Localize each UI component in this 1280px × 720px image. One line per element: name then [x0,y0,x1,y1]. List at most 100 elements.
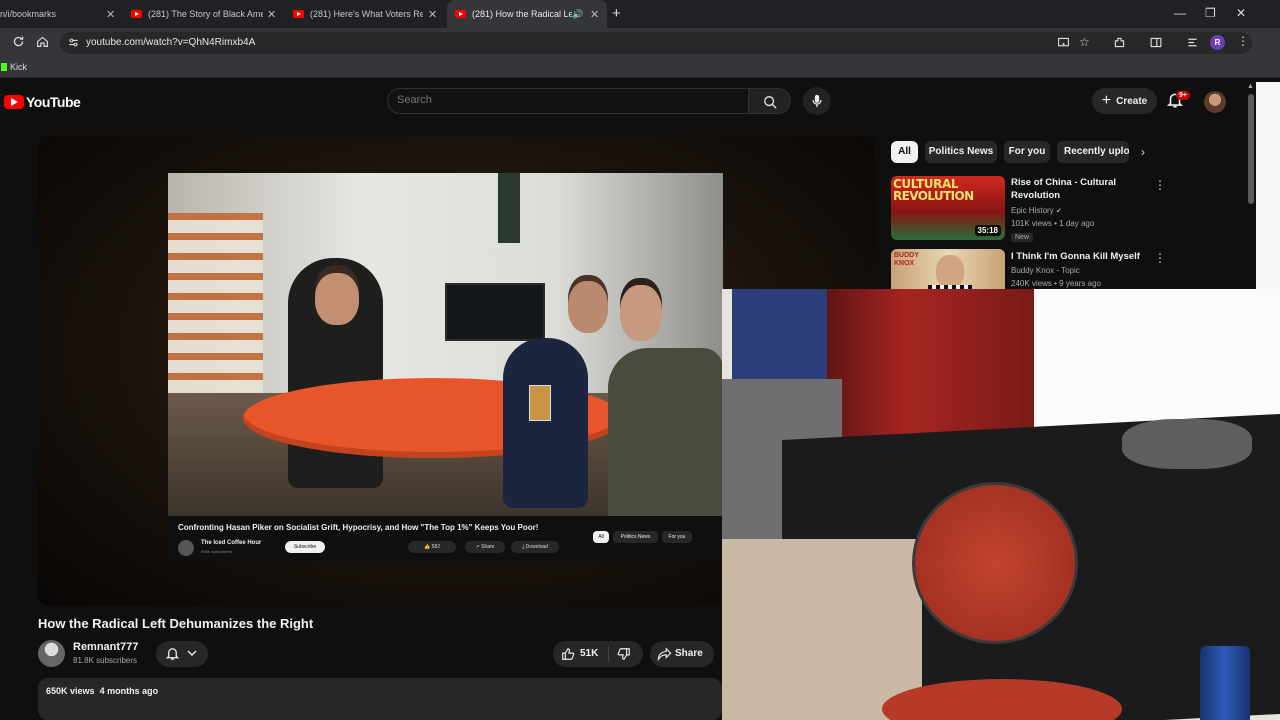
inner-subscribers: 996K subscribers [201,549,232,554]
youtube-play-icon [4,95,24,109]
chip-for-you[interactable]: For you [1004,141,1050,163]
screen-edge-strip [1256,82,1280,289]
tab-label: n/i/bookmarks [0,9,57,19]
home-icon[interactable] [36,35,49,48]
video-title: How the Radical Left Dehumanizes the Rig… [38,616,314,631]
tv-screen [445,283,545,341]
recommendation-meta: 240K views • 9 years ago [1011,279,1101,288]
inner-share-pill: ↗ Share [465,541,505,553]
inner-subscribe-button: Subscribe [285,541,325,553]
inner-like-count: 582 [431,544,440,550]
menu-icon[interactable]: ⋮ [1237,34,1249,48]
embedded-youtube-info-panel: Confronting Hasan Piker on Socialist Gri… [168,516,723,561]
channel-avatar[interactable] [38,640,65,667]
address-row: youtube.com/watch?v=QhN4Rimxb4A ☆ R ⋮ [0,28,1280,58]
recommendation-item[interactable]: BUDDY KNOX I Think I'm Gonna Kill Myself … [891,249,1161,289]
chip-all[interactable]: All [891,141,918,163]
notification-badge: 9+ [1176,91,1190,100]
channel-name[interactable]: Remnant777 [73,641,138,653]
views-and-age: 650K views 4 months ago [46,686,158,696]
subscription-notifications-button[interactable] [156,641,208,667]
star-icon[interactable]: ☆ [1079,35,1090,49]
tab-radical-left-active[interactable]: (281) How the Radical Left 🔊 ✕ [447,0,607,28]
create-button[interactable]: + Create [1092,88,1157,114]
like-count[interactable]: 51K [580,648,598,659]
chevron-right-icon[interactable]: › [1141,145,1145,159]
recommendation-thumbnail[interactable]: BUDDY KNOX [891,249,1005,289]
sidebar-icon[interactable] [1149,36,1163,49]
tab-label: (281) The Story of Black Americ [148,9,263,19]
voice-search-button[interactable] [803,87,831,115]
bookmark-bar: Kick [0,58,1280,78]
more-actions-icon[interactable]: ⋮ [1154,178,1166,192]
tab-bookmarks[interactable]: n/i/bookmarks ✕ [0,0,118,28]
beer-can [1200,646,1250,720]
inner-download-pill: ⤓ Download [511,541,559,553]
video-frame-podcast-scene [168,173,723,516]
dislike-icon[interactable] [617,647,631,661]
like-icon[interactable] [561,647,575,661]
window-close-icon[interactable]: ✕ [1236,6,1246,20]
speaker-icon[interactable]: 🔊 [572,9,583,20]
tab-what-voters-really[interactable]: (281) Here's What Voters Really ✕ [287,0,442,28]
cast-icon[interactable] [1057,36,1070,49]
minimize-icon[interactable]: — [1174,6,1186,20]
inner-channel-name: The Iced Coffee Hour [201,540,262,546]
youtube-logo[interactable]: YouTube [4,94,81,110]
recommendation-thumbnail[interactable]: CULTURAL REVOLUTION 35:18 [891,176,1005,240]
inner-channel-avatar [178,540,194,556]
inner-chip-all: All [593,531,609,543]
close-icon[interactable]: ✕ [106,8,115,21]
inner-video-title: Confronting Hasan Piker on Socialist Gri… [178,523,539,532]
youtube-favicon-icon [131,10,142,18]
search-icon [763,95,777,109]
chip-politics-news[interactable]: Politics News [925,141,997,163]
recommendation-channel[interactable]: Buddy Knox - Topic [1011,266,1080,275]
new-badge: New [1011,233,1034,242]
share-button[interactable]: Share [650,641,714,667]
upload-age: 4 months ago [99,686,159,696]
profile-avatar[interactable]: R [1210,35,1225,50]
maximize-icon[interactable]: ❐ [1205,6,1216,20]
recommendation-title[interactable]: Rise of China - Cultural Revolution [1011,176,1141,202]
tab-label: (281) How the Radical Left [472,9,572,19]
like-dislike-group: 51K [553,641,643,667]
thumbnail-text: REVOLUTION [893,189,974,203]
chip-recently-uploaded[interactable]: Recently uploaded [1057,141,1129,163]
search-button[interactable] [749,88,791,114]
close-icon[interactable]: ✕ [267,8,276,21]
description-box[interactable]: 650K views 4 months ago [38,678,722,720]
share-icon [657,647,672,661]
reload-icon[interactable] [12,35,25,48]
youtube-wordmark: YouTube [26,94,81,110]
bookmark-kick[interactable]: Kick [0,62,27,72]
site-info-icon[interactable] [68,37,79,48]
browser-tab-bar: n/i/bookmarks ✕ (281) The Story of Black… [0,0,1280,28]
close-icon[interactable]: ✕ [590,8,599,21]
view-count: 650K views [46,686,95,696]
thumbnail-text: BUDDY KNOX [894,252,919,267]
omnibox[interactable]: youtube.com/watch?v=QhN4Rimxb4A ☆ [60,32,1252,54]
recommendation-meta: 101K views • 1 day ago [1011,219,1095,228]
page-scrollbar[interactable]: ▲ [1246,82,1256,289]
youtube-favicon-icon [293,10,304,18]
reading-list-icon[interactable] [1186,36,1199,49]
account-avatar[interactable] [1204,91,1226,113]
channel-subscribers: 81.8K subscribers [73,656,138,665]
scroll-up-icon[interactable]: ▲ [1247,83,1254,90]
recommendation-title[interactable]: I Think I'm Gonna Kill Myself [1011,250,1141,263]
new-tab-icon[interactable]: + [612,5,621,22]
more-actions-icon[interactable]: ⋮ [1154,251,1161,265]
close-icon[interactable]: ✕ [428,8,437,21]
url-text[interactable]: youtube.com/watch?v=QhN4Rimxb4A [86,37,255,48]
youtube-masthead: YouTube + Create [0,82,1256,122]
scrollbar-thumb[interactable] [1248,94,1254,204]
recommendation-item[interactable]: CULTURAL REVOLUTION 35:18 Rise of China … [891,176,1166,246]
tab-label: (281) Here's What Voters Really [310,9,423,19]
recommendation-channel[interactable]: Epic History ✔ [1011,206,1062,215]
tab-story-of-black-america[interactable]: (281) The Story of Black Americ ✕ [125,0,280,28]
bell-icon [165,646,180,661]
search-input[interactable] [397,94,727,106]
extensions-icon[interactable] [1113,36,1126,49]
search-box[interactable] [387,88,749,114]
